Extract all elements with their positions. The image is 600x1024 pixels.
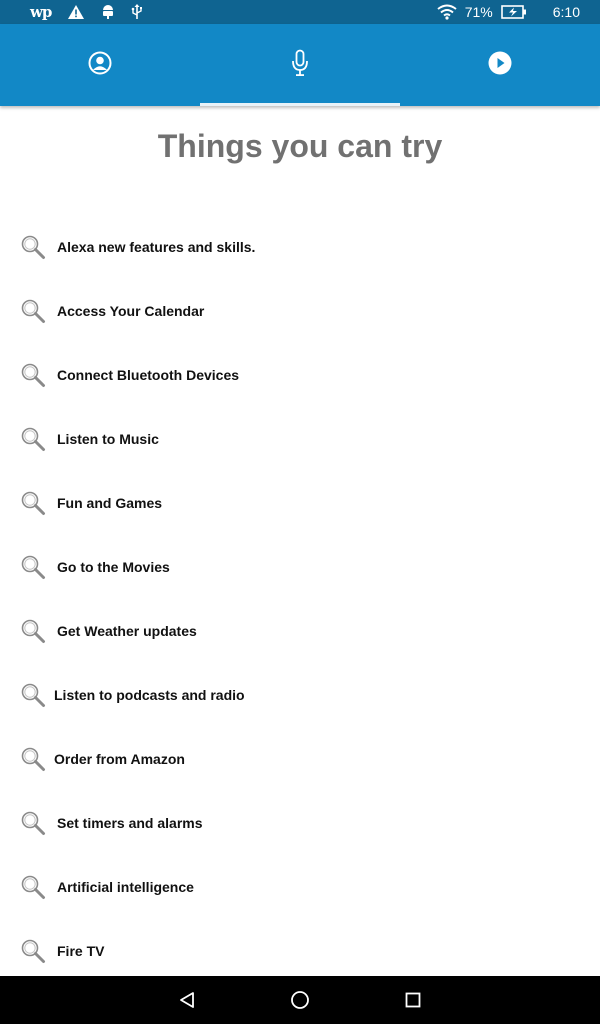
list-item[interactable]: Go to the Movies xyxy=(0,535,600,599)
back-button[interactable] xyxy=(167,980,207,1020)
washington-post-icon: wp xyxy=(30,3,52,21)
profile-icon xyxy=(88,51,112,75)
recents-icon xyxy=(405,992,421,1008)
list-item-label: Connect Bluetooth Devices xyxy=(57,367,240,383)
system-nav-bar xyxy=(0,976,600,1024)
status-left: wp xyxy=(30,3,159,21)
list-item-label: Artificial intelligence xyxy=(57,879,194,895)
status-time: 6:10 xyxy=(552,4,580,20)
warning-icon xyxy=(68,5,85,19)
list-item[interactable]: Artificial intelligence xyxy=(0,855,600,919)
tab-profile[interactable] xyxy=(0,24,200,106)
battery-charging-icon xyxy=(500,5,526,19)
wifi-icon xyxy=(437,4,457,20)
list-item-label: Access Your Calendar xyxy=(57,303,205,319)
android-debug-icon xyxy=(103,5,114,19)
search-icon xyxy=(21,619,45,643)
list-item-label: Listen to podcasts and radio xyxy=(54,687,245,703)
list-item[interactable]: Order from Amazon xyxy=(0,727,600,791)
list-item-label: Get Weather updates xyxy=(57,623,197,639)
list-item-label: Order from Amazon xyxy=(54,751,185,767)
search-icon xyxy=(21,875,45,899)
search-icon xyxy=(21,811,45,835)
list-item-label: Go to the Movies xyxy=(57,559,170,575)
back-icon xyxy=(179,992,194,1008)
home-icon xyxy=(291,991,309,1009)
search-icon xyxy=(21,235,45,259)
search-icon xyxy=(21,939,45,963)
list-item[interactable]: Connect Bluetooth Devices xyxy=(0,343,600,407)
suggestions-list: Alexa new features and skills. Access Yo… xyxy=(0,215,600,983)
list-item[interactable]: Alexa new features and skills. xyxy=(0,215,600,279)
list-item-label: Listen to Music xyxy=(57,431,159,447)
tab-play[interactable] xyxy=(400,24,600,106)
search-icon xyxy=(21,363,45,387)
search-icon xyxy=(21,491,45,515)
list-item-label: Alexa new features and skills. xyxy=(57,239,256,255)
list-item[interactable]: Listen to podcasts and radio xyxy=(0,663,600,727)
play-icon xyxy=(488,51,512,75)
recents-button[interactable] xyxy=(393,980,433,1020)
search-icon xyxy=(21,299,45,323)
search-icon xyxy=(21,427,45,451)
home-button[interactable] xyxy=(280,980,320,1020)
list-item[interactable]: Access Your Calendar xyxy=(0,279,600,343)
list-item[interactable]: Set timers and alarms xyxy=(0,791,600,855)
list-item[interactable]: Fun and Games xyxy=(0,471,600,535)
status-bar: wp 71% 6:10 xyxy=(0,0,600,24)
status-right: 71% 6:10 xyxy=(429,4,580,20)
list-item-label: Fun and Games xyxy=(57,495,163,511)
list-item-label: Fire TV xyxy=(57,943,105,959)
list-item-label: Set timers and alarms xyxy=(57,815,203,831)
microphone-icon xyxy=(292,49,308,76)
search-icon xyxy=(21,555,45,579)
battery-percent: 71% xyxy=(464,4,493,20)
page-title: Things you can try xyxy=(157,128,443,164)
top-nav xyxy=(0,24,600,106)
list-item[interactable]: Listen to Music xyxy=(0,407,600,471)
search-icon xyxy=(21,747,45,771)
usb-icon xyxy=(132,4,143,19)
list-item[interactable]: Fire TV xyxy=(0,919,600,983)
tab-voice[interactable] xyxy=(200,24,400,106)
search-icon xyxy=(21,683,45,707)
list-item[interactable]: Get Weather updates xyxy=(0,599,600,663)
